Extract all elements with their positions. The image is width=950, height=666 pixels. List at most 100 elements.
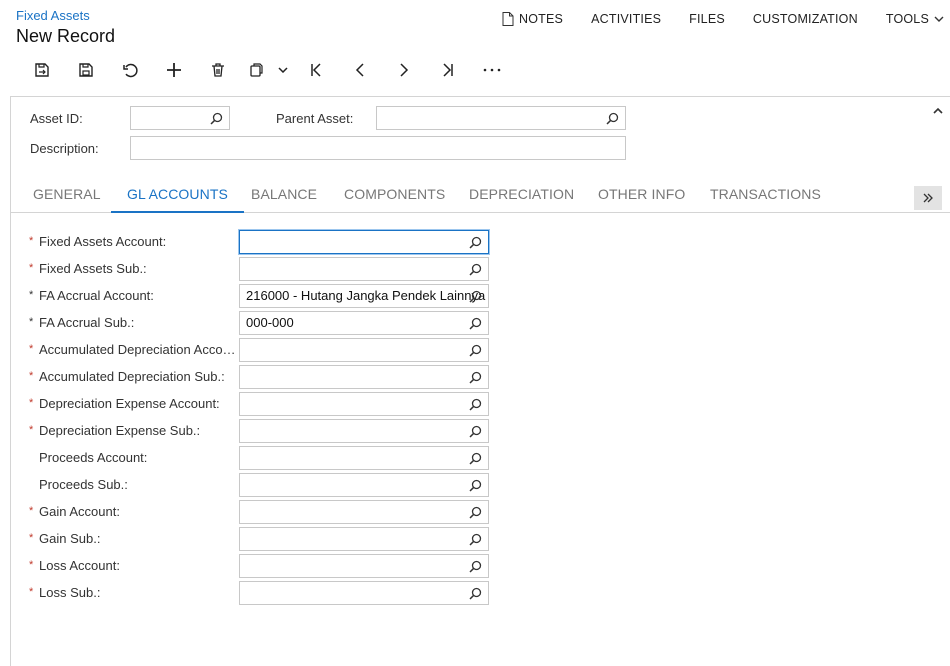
files-button[interactable]: FILES (689, 12, 725, 26)
fixed-assets-account-label: Fixed Assets Account: (39, 234, 167, 249)
tab-general[interactable]: GENERAL (17, 181, 117, 213)
search-icon[interactable] (469, 587, 482, 600)
search-icon[interactable] (606, 112, 619, 125)
field-row-gain-account: * Gain Account: (29, 500, 509, 524)
search-icon[interactable] (469, 425, 482, 438)
previous-record-icon (355, 63, 364, 77)
search-icon[interactable] (469, 479, 482, 492)
asset-id-label: Asset ID: (30, 111, 83, 126)
search-icon[interactable] (469, 263, 482, 276)
more-icon (483, 68, 501, 72)
required-marker: * (29, 424, 34, 436)
proceeds-account-label: Proceeds Account: (39, 450, 148, 465)
fa-accrual-account-input[interactable]: 216000 - Hutang Jangka Pendek Lainnya (239, 284, 489, 308)
search-icon[interactable] (469, 236, 482, 249)
fa-accrual-sub-value: 000-000 (246, 315, 294, 330)
search-icon[interactable] (469, 533, 482, 546)
search-icon[interactable] (469, 344, 482, 357)
search-icon[interactable] (210, 112, 223, 125)
depreciation-expense-account-input[interactable] (239, 392, 489, 416)
first-record-button[interactable] (294, 58, 338, 82)
tab-bar: GENERAL GL ACCOUNTS BALANCE COMPONENTS D… (11, 181, 950, 213)
tab-gl-accounts[interactable]: GL ACCOUNTS (111, 181, 244, 213)
proceeds-account-input[interactable] (239, 446, 489, 470)
save-icon (79, 63, 93, 77)
add-icon (167, 63, 181, 77)
field-row-fixed-assets-sub: * Fixed Assets Sub.: (29, 257, 509, 281)
last-record-icon (443, 63, 453, 77)
required-marker: * (29, 262, 34, 274)
required-marker: * (29, 397, 34, 409)
tab-components[interactable]: COMPONENTS (328, 181, 461, 213)
required-marker: * (29, 343, 34, 355)
field-row-fixed-assets-account: * Fixed Assets Account: (29, 230, 509, 254)
tab-other-info[interactable]: OTHER INFO (582, 181, 701, 213)
field-row-fa-accrual-account: * FA Accrual Account: 216000 - Hutang Jang… (29, 284, 509, 308)
search-icon[interactable] (469, 290, 482, 303)
gain-sub-input[interactable] (239, 527, 489, 551)
search-icon[interactable] (469, 371, 482, 384)
tab-transactions[interactable]: TRANSACTIONS (694, 181, 837, 213)
description-input[interactable] (130, 136, 626, 160)
loss-account-label: Loss Account: (39, 558, 120, 573)
fixed-assets-sub-input[interactable] (239, 257, 489, 281)
save-button[interactable] (64, 58, 108, 82)
search-icon[interactable] (469, 560, 482, 573)
top-menu: NOTES ACTIVITIES FILES CUSTOMIZATION TOO… (474, 12, 944, 26)
save-and-close-button[interactable] (20, 58, 64, 82)
form-panel: Asset ID: Parent Asset: Description: GEN… (10, 96, 950, 666)
copy-paste-icon (250, 63, 263, 77)
loss-sub-input[interactable] (239, 581, 489, 605)
tabs-overflow-button[interactable] (914, 186, 942, 210)
accumulated-depreciation-account-input[interactable] (239, 338, 489, 362)
parent-asset-input[interactable] (376, 106, 626, 130)
collapse-button[interactable] (933, 101, 943, 119)
description-label: Description: (30, 141, 99, 156)
tab-depreciation[interactable]: DEPRECIATION (453, 181, 590, 213)
breadcrumb[interactable]: Fixed Assets (16, 8, 90, 23)
field-row-gain-sub: * Gain Sub.: (29, 527, 509, 551)
files-label: FILES (689, 12, 725, 26)
proceeds-sub-input[interactable] (239, 473, 489, 497)
field-row-proceeds-sub: Proceeds Sub.: (29, 473, 509, 497)
search-icon[interactable] (469, 506, 482, 519)
next-record-button[interactable] (382, 58, 426, 82)
required-marker: * (29, 559, 34, 571)
more-button[interactable] (470, 58, 514, 82)
required-marker: * (29, 316, 34, 328)
fa-accrual-account-label: FA Accrual Account: (39, 288, 154, 303)
double-chevron-right-icon (923, 193, 933, 203)
search-icon[interactable] (469, 398, 482, 411)
customization-button[interactable]: CUSTOMIZATION (753, 12, 858, 26)
copy-paste-dropdown[interactable] (272, 58, 294, 82)
gain-account-input[interactable] (239, 500, 489, 524)
delete-icon (212, 63, 224, 77)
proceeds-sub-label: Proceeds Sub.: (39, 477, 128, 492)
required-marker: * (29, 532, 34, 544)
tab-balance[interactable]: BALANCE (235, 181, 333, 213)
field-row-loss-account: * Loss Account: (29, 554, 509, 578)
accumulated-depreciation-account-label: Accumulated Depreciation Account: (39, 342, 237, 357)
search-icon[interactable] (469, 452, 482, 465)
add-button[interactable] (152, 58, 196, 82)
activities-button[interactable]: ACTIVITIES (591, 12, 661, 26)
previous-record-button[interactable] (338, 58, 382, 82)
depreciation-expense-sub-label: Depreciation Expense Sub.: (39, 423, 201, 438)
tools-button[interactable]: TOOLS (886, 12, 944, 26)
search-icon[interactable] (469, 317, 482, 330)
undo-button[interactable] (108, 58, 152, 82)
copy-paste-button[interactable] (240, 58, 272, 82)
fa-accrual-sub-input[interactable]: 000-000 (239, 311, 489, 335)
delete-button[interactable] (196, 58, 240, 82)
depreciation-expense-sub-input[interactable] (239, 419, 489, 443)
required-marker: * (29, 505, 34, 517)
required-marker: * (29, 289, 34, 301)
loss-account-input[interactable] (239, 554, 489, 578)
accumulated-depreciation-sub-input[interactable] (239, 365, 489, 389)
field-row-proceeds-account: Proceeds Account: (29, 446, 509, 470)
fixed-assets-account-input[interactable] (239, 230, 489, 254)
fa-accrual-account-value: 216000 - Hutang Jangka Pendek Lainnya (246, 288, 486, 303)
last-record-button[interactable] (426, 58, 470, 82)
asset-id-input[interactable] (130, 106, 230, 130)
notes-button[interactable]: NOTES (502, 12, 563, 26)
